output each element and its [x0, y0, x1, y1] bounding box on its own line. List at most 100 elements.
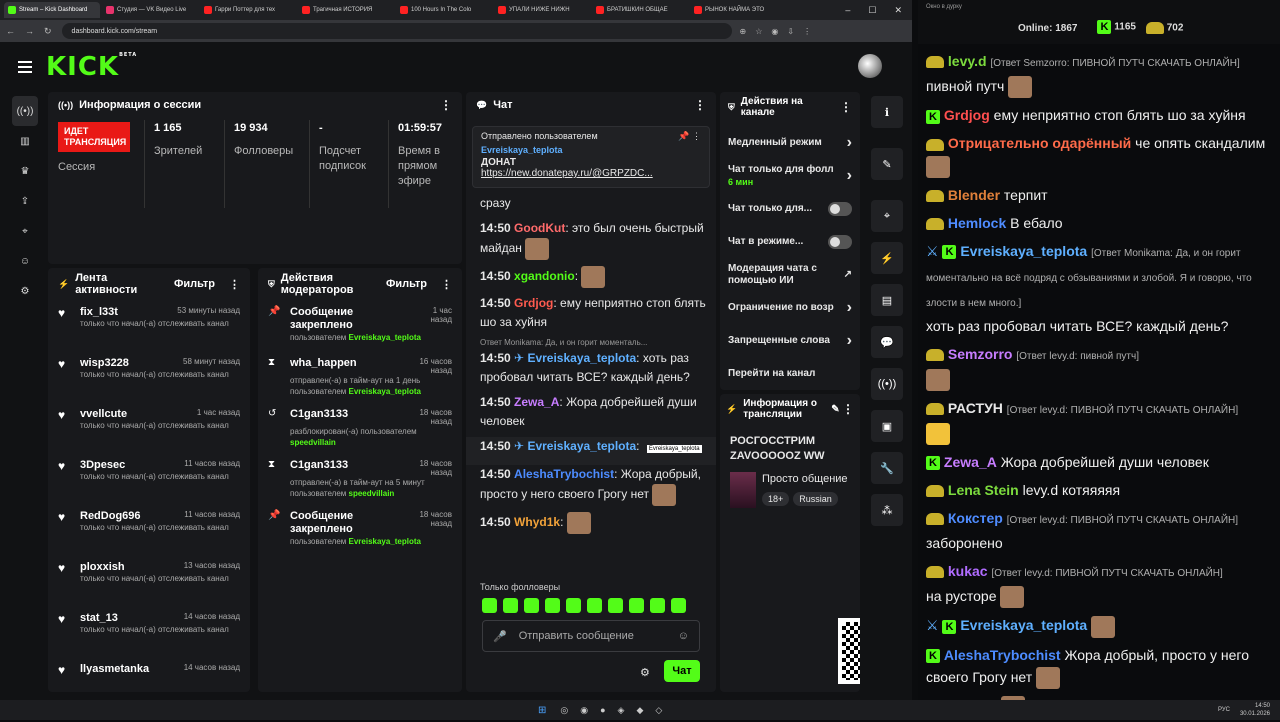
spotify-icon[interactable]: ● — [600, 705, 605, 716]
emote-icon[interactable] — [629, 598, 644, 613]
back-icon[interactable]: ← — [6, 26, 15, 37]
chat-username[interactable]: Zewa_A — [514, 395, 559, 409]
browser-tab[interactable]: РЫНОК НАЙМА ЭТО — [690, 2, 786, 18]
emote-icon[interactable] — [482, 598, 497, 613]
chat-username[interactable]: Grdjog — [514, 296, 553, 310]
pin-icon[interactable]: 📌 ⋮ — [678, 131, 701, 142]
username[interactable]: wisp3228 — [80, 357, 129, 369]
zoom-icon[interactable]: ⊕ — [740, 27, 747, 36]
list-item[interactable]: ♥ ploxxish 13 часов назад только что начал(… — [48, 555, 250, 606]
browser-tab[interactable]: Гарри Поттер для тех — [200, 2, 296, 18]
pinned-message[interactable]: Отправлено пользователем 📌 ⋮ Evreiskaya_t… — [472, 126, 710, 188]
moderator-name[interactable]: speedvillain — [290, 438, 336, 447]
menu-burger-icon[interactable] — [18, 58, 32, 76]
edit-icon[interactable]: ✎ — [831, 404, 839, 415]
channel-action-row[interactable]: Чат в режиме... — [720, 225, 860, 258]
list-item[interactable]: 📌 Сообщение закреплено 18 часов назад польз… — [258, 504, 462, 555]
chrome-icon[interactable]: ◎ — [560, 705, 568, 716]
emote-icon[interactable] — [524, 598, 539, 613]
chat-message[interactable]: 14:50 Zewa_A: Жора добрейшей души челове… — [466, 393, 716, 437]
list-item[interactable]: ♥ RedDog696 11 часов назад только что начал… — [48, 504, 250, 555]
emote-icon[interactable] — [608, 598, 623, 613]
chat-message[interactable]: 14:50 ✈ Evreiskaya_teplota: Evreiskaya_t… — [466, 437, 716, 465]
send-chat-button[interactable]: Чат — [664, 660, 700, 682]
date[interactable]: 30.01.2026 — [1240, 711, 1270, 717]
kick-logo[interactable]: KICKBETA — [46, 52, 137, 82]
more-icon[interactable]: ⋮ — [842, 402, 854, 416]
camera-nav-icon[interactable]: ⌖ — [12, 216, 38, 246]
chat-message[interactable]: 14:50 Whyd1k: — [466, 512, 716, 540]
list-item[interactable]: ♥ fix_l33t 53 минуты назад только что начал… — [48, 300, 250, 351]
upload-nav-icon[interactable]: ⇪ — [12, 186, 38, 216]
chat-username[interactable]: AleshaTrybochist — [514, 467, 614, 481]
list-item[interactable]: ↺ C1gan3133 18 часов назад разблокирован(-а… — [258, 402, 462, 453]
start-icon[interactable]: ⊞ — [538, 705, 546, 716]
minimize-icon[interactable]: – — [845, 5, 850, 16]
channel-action-row[interactable]: Запрещенные слова › — [720, 324, 860, 357]
more-icon[interactable]: ⋮ — [229, 278, 240, 291]
download-icon[interactable]: ⇩ — [787, 27, 794, 36]
filter-button[interactable]: Фильтр — [386, 278, 427, 290]
app-icon[interactable]: ◆ — [636, 705, 643, 716]
emote-icon[interactable] — [671, 598, 686, 613]
username[interactable]: RedDog696 — [80, 510, 141, 522]
star-icon[interactable]: ☆ — [755, 27, 762, 36]
settings-nav-icon[interactable]: ⚙ — [12, 276, 38, 306]
chat-username[interactable]: Whyd1k — [514, 515, 560, 529]
moderator-name[interactable]: Evreiskaya_teplota — [349, 387, 422, 396]
language-indicator[interactable]: РУС — [1218, 707, 1230, 713]
pinned-link[interactable]: https://new.donatepay.ru/@GRPZDC... — [481, 168, 701, 179]
app-icon[interactable]: ◇ — [655, 705, 662, 716]
doc-icon[interactable]: ▤ — [871, 284, 903, 316]
chat-message[interactable]: сразу — [466, 194, 716, 219]
chat-settings-icon[interactable]: ⚙ — [640, 666, 650, 679]
emote-icon[interactable] — [545, 598, 560, 613]
trophy-nav-icon[interactable]: ♛ — [12, 156, 38, 186]
app-icon[interactable]: ◈ — [618, 705, 625, 716]
more-icon[interactable]: ⋮ — [840, 100, 852, 114]
close-icon[interactable]: ✕ — [894, 5, 902, 16]
username[interactable]: stat_13 — [80, 612, 118, 624]
emote-icon[interactable] — [587, 598, 602, 613]
filter-button[interactable]: Фильтр — [174, 278, 215, 290]
more-icon[interactable]: ⋮ — [694, 98, 706, 112]
browser-tab[interactable]: 100 Hours In The Colo — [396, 2, 492, 18]
toggle[interactable] — [827, 201, 852, 216]
browser-tab[interactable]: УПАЛИ НИЖЕ НИЖН — [494, 2, 590, 18]
channel-action-row[interactable]: Медленный режим › — [720, 126, 860, 159]
toggle[interactable] — [827, 234, 852, 249]
emoji-icon[interactable]: ☺ — [678, 630, 689, 642]
moderator-name[interactable]: Evreiskaya_teplota — [349, 333, 422, 342]
maximize-icon[interactable]: ☐ — [868, 5, 876, 16]
chat-username[interactable]: Evreiskaya_teplota — [527, 439, 636, 453]
list-item[interactable]: ⧗ C1gan3133 18 часов назад отправлен(-а) в … — [258, 453, 462, 504]
wrench-icon[interactable]: 🔧 — [871, 452, 903, 484]
dots-cluster-icon[interactable]: ⁂ — [871, 494, 903, 526]
moderator-name[interactable]: speedvillain — [349, 489, 395, 498]
list-item[interactable]: ♥ vvellcute 1 час назад только что начал(-а… — [48, 402, 250, 453]
chat-message[interactable]: 14:50 ✈ Evreiskaya_teplota: хоть раз про… — [466, 349, 716, 393]
username[interactable]: ploxxish — [80, 561, 125, 573]
browser-tab[interactable]: Студия — VK Видео Live — [102, 2, 198, 18]
url-input[interactable]: dashboard.kick.com/stream — [61, 23, 732, 39]
pen-icon[interactable]: ✎ — [871, 148, 903, 180]
analytics-nav-icon[interactable]: ▥ — [12, 126, 38, 156]
emote-icon[interactable] — [503, 598, 518, 613]
channel-action-row[interactable]: Перейти на канал — [720, 357, 860, 390]
browser-tab[interactable]: Трагичная ИСТОРИЯ — [298, 2, 394, 18]
extension-icon[interactable]: ◉ — [771, 27, 778, 36]
chat-username[interactable]: Evreiskaya_teplota — [527, 351, 636, 365]
browser-tab[interactable]: Stream – Kick Dashboard — [4, 2, 100, 18]
clock[interactable]: 14:50 — [1255, 703, 1270, 709]
username[interactable]: vvellcute — [80, 408, 127, 420]
dashboard-icon[interactable]: ▣ — [871, 410, 903, 442]
forward-icon[interactable]: → — [25, 26, 34, 37]
bolt-icon[interactable]: ⚡ — [871, 242, 903, 274]
list-item[interactable]: 📌 Сообщение закреплено 1 час назад пользова… — [258, 300, 462, 351]
chat-message[interactable]: 14:50 Grdjog: ему неприятно стоп блять ш… — [466, 294, 716, 338]
channel-action-row[interactable]: Модерация чата с помощью ИИ ↗ — [720, 258, 860, 291]
chat-message[interactable]: 14:50 GoodKut: это был очень быстрый май… — [466, 219, 716, 266]
list-item[interactable]: ♥ wisp3228 58 минут назад только что начал(… — [48, 351, 250, 402]
list-item[interactable]: ♥ llyasmetanka 14 часов назад — [48, 657, 250, 692]
list-item[interactable]: ♥ 3Dpesec 11 часов назад только что начал(-… — [48, 453, 250, 504]
